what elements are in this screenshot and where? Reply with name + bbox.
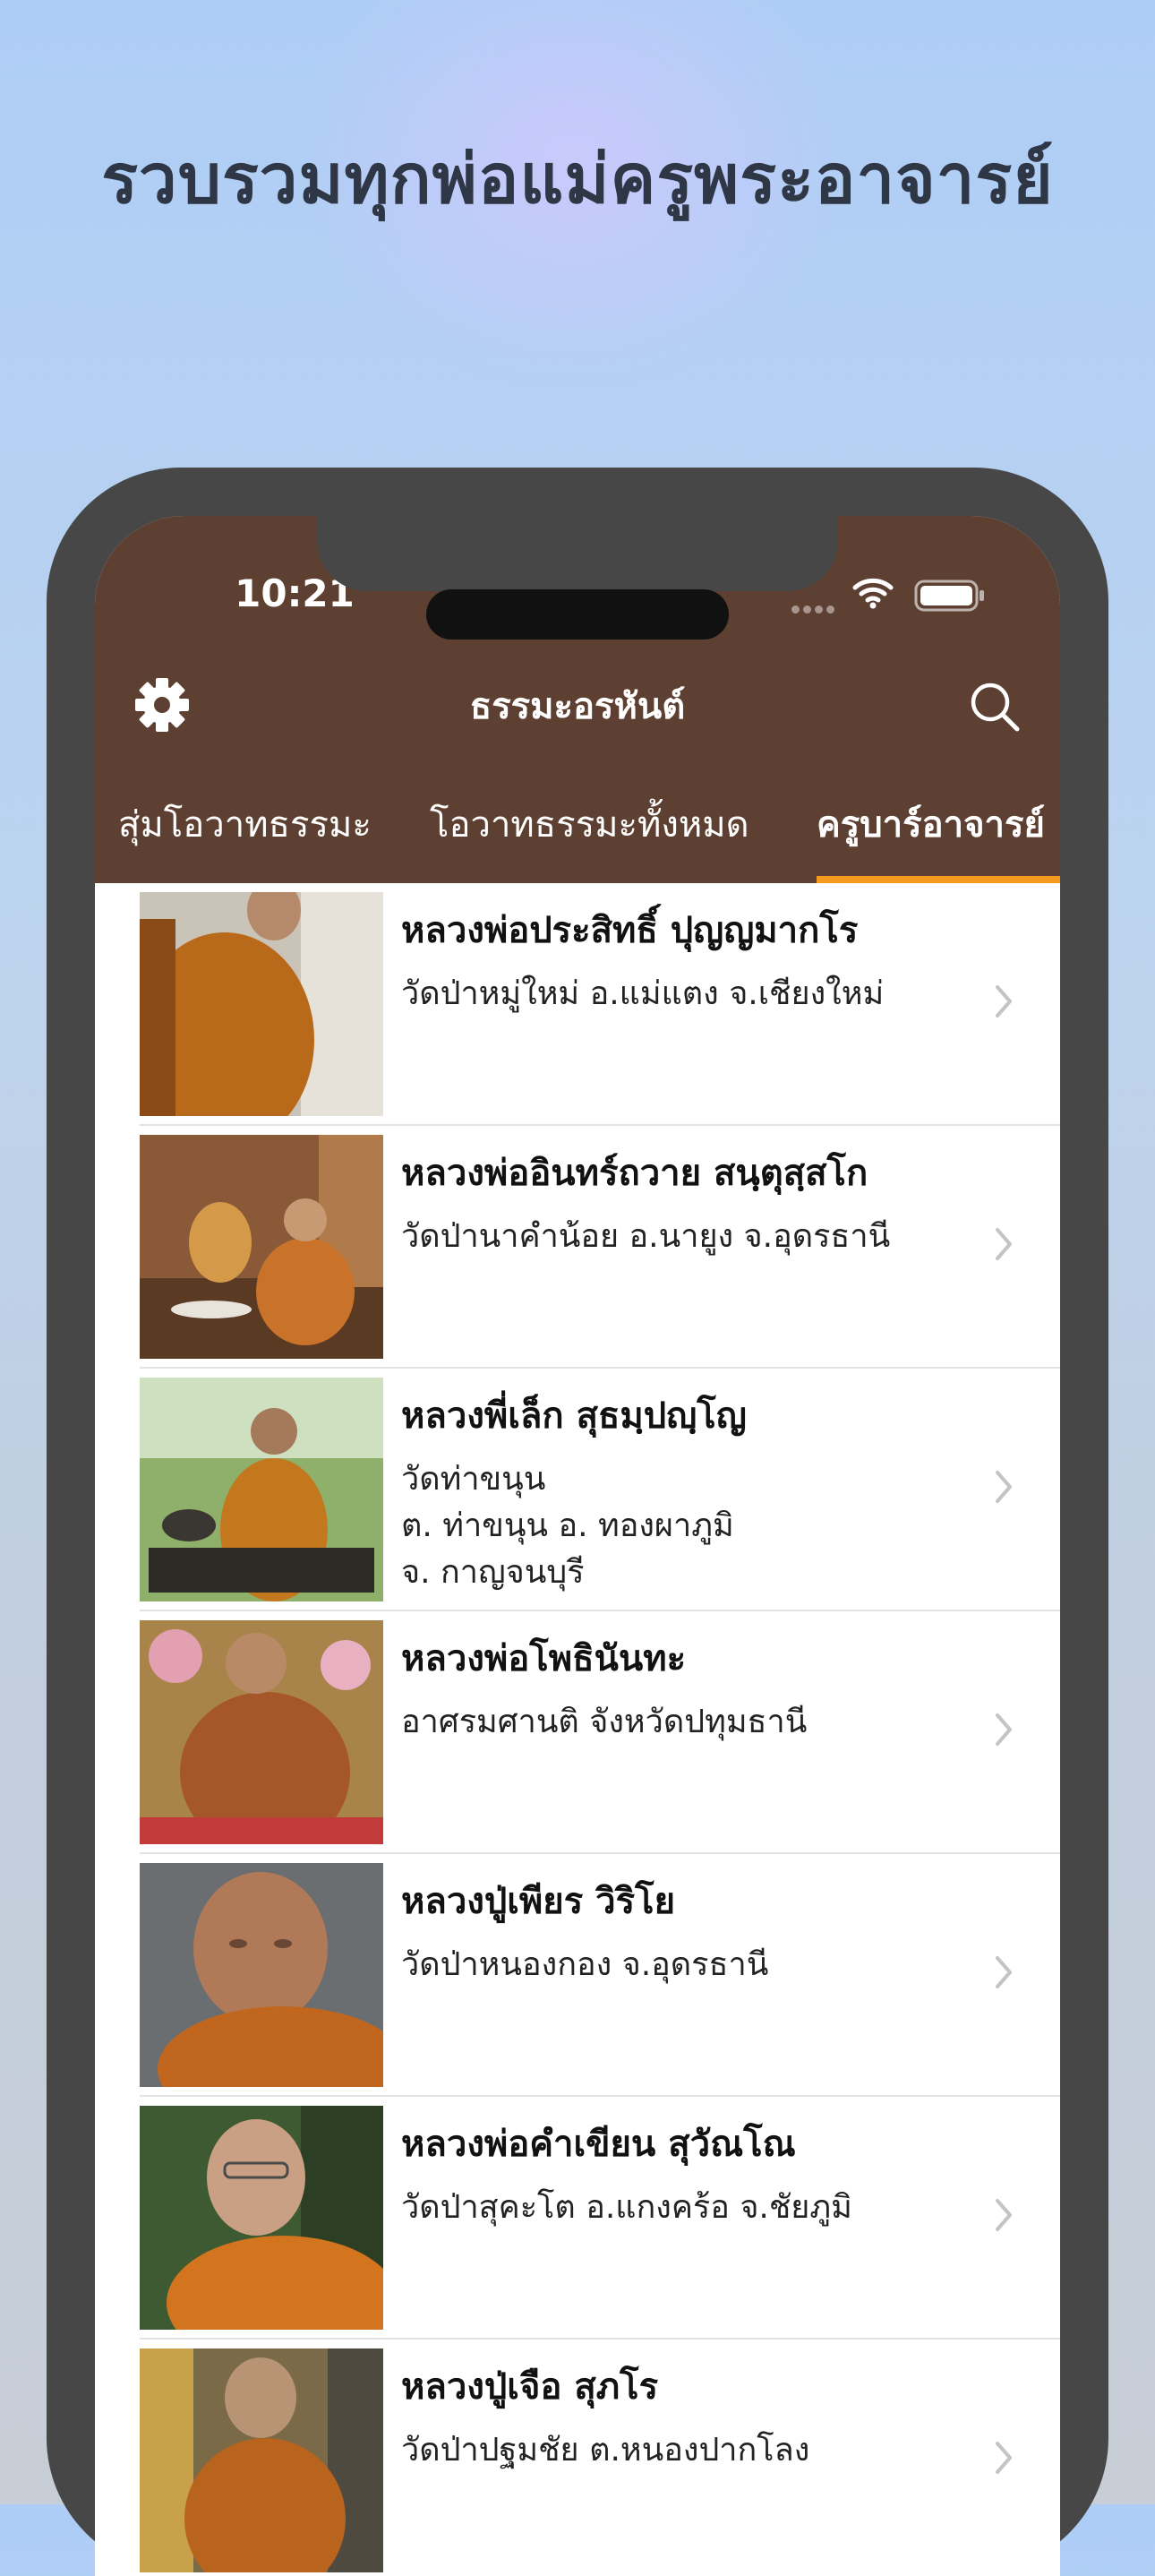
search-icon: [971, 683, 1020, 732]
teacher-name: หลวงพ่อโพธินันทะ: [401, 1638, 687, 1679]
battery-icon: [914, 580, 984, 612]
chevron-right-icon: [996, 2199, 1012, 2231]
teacher-temple: วัดป่าสุคะโต อ.แกงคร้อ จ.ชัยภูมิ: [401, 2189, 852, 2226]
teacher-temple: วัดท่าขนุน ต. ท่าขนุน อ. ทองผาภูมิ จ. กา…: [401, 1461, 734, 1591]
teacher-photo: [140, 2348, 383, 2572]
teacher-photo: [140, 1135, 383, 1359]
wifi-icon: [852, 578, 894, 609]
list-item[interactable]: หลวงปู่เพียร วิริโย วัดป่าหนองกอง จ.อุดร…: [95, 1854, 1060, 2097]
cellular-signal-icon: [791, 600, 845, 614]
chevron-right-icon: [996, 2442, 1012, 2474]
phone-screen: 10:21 ธรรมะอรหันต์ สุ่มโอวาทธรรมะ โอวาทธ…: [95, 516, 1060, 2576]
teacher-name: หลวงพ่ออินทร์ถวาย สนฺตุสฺสโก: [401, 1153, 868, 1194]
tab-all-teachings[interactable]: โอวาทธรรมะทั้งหมด: [430, 776, 749, 883]
teacher-photo: [140, 1863, 383, 2087]
teacher-name: หลวงปู่เพียร วิริโย: [401, 1881, 676, 1922]
list-item[interactable]: หลวงพี่เล็ก สุธมฺปญฺโญ วัดท่าขนุน ต. ท่า…: [95, 1369, 1060, 1611]
chevron-right-icon: [996, 985, 1012, 1018]
teacher-temple: อาศรมศานติ จังหวัดปทุมธานี: [401, 1704, 808, 1740]
list-item[interactable]: หลวงปู่เจือ สุภโร วัดป่าปฐมชัย ต.หนองปาก…: [95, 2340, 1060, 2576]
chevron-right-icon: [996, 1471, 1012, 1503]
teacher-list: หลวงพ่อประสิทธิ์ ปุญญมากโร วัดป่าหมู่ใหม…: [95, 883, 1060, 2576]
teacher-photo: [140, 1620, 383, 1844]
app-title: ธรรมะอรหันต์: [469, 686, 686, 727]
dynamic-island: [426, 589, 729, 640]
teacher-name: หลวงพ่อประสิทธิ์ ปุญญมากโร: [401, 910, 859, 951]
list-item[interactable]: หลวงพ่อโพธินันทะ อาศรมศานติ จังหวัดปทุมธ…: [95, 1611, 1060, 1854]
tab-bar: สุ่มโอวาทธรรมะ โอวาทธรรมะทั้งหมด ครูบาร์…: [95, 776, 1060, 883]
phone-notch: [317, 516, 838, 591]
app-header: 10:21 ธรรมะอรหันต์ สุ่มโอวาทธรรมะ โอวาทธ…: [95, 516, 1060, 883]
teacher-name: หลวงปู่เจือ สุภโร: [401, 2366, 659, 2408]
teacher-photo: [140, 2106, 383, 2330]
teacher-temple: วัดป่าหนองกอง จ.อุดรธานี: [401, 1946, 769, 1983]
teacher-name: หลวงพ่อคำเขียน สุวัณโณ: [401, 2124, 796, 2165]
tab-random-teachings[interactable]: สุ่มโอวาทธรรมะ: [118, 776, 372, 883]
teacher-photo: [140, 892, 383, 1116]
chevron-right-icon: [996, 1228, 1012, 1260]
list-item[interactable]: หลวงพ่อคำเขียน สุวัณโณ วัดป่าสุคะโต อ.แก…: [95, 2097, 1060, 2340]
teacher-temple: วัดป่าหมู่ใหม่ อ.แม่แตง จ.เชียงใหม่: [401, 975, 885, 1012]
chevron-right-icon: [996, 1956, 1012, 1988]
teacher-temple: วัดป่านาคำน้อย อ.นายูง จ.อุดรธานี: [401, 1218, 891, 1255]
list-item[interactable]: หลวงพ่ออินทร์ถวาย สนฺตุสฺสโก วัดป่านาคำน…: [95, 1126, 1060, 1369]
active-tab-indicator: [817, 876, 1060, 883]
promo-headline: รวบรวมทุกพ่อแม่ครูพระอาจารย์: [101, 139, 1054, 219]
teacher-photo: [140, 1378, 383, 1601]
teacher-temple: วัดป่าปฐมชัย ต.หนองปากโลง: [401, 2432, 810, 2469]
list-item[interactable]: หลวงพ่อประสิทธิ์ ปุญญมากโร วัดป่าหมู่ใหม…: [95, 883, 1060, 1126]
search-button[interactable]: [963, 675, 1026, 738]
teacher-name: หลวงพี่เล็ก สุธมฺปญฺโญ: [401, 1395, 747, 1437]
chevron-right-icon: [996, 1713, 1012, 1746]
tab-teachers[interactable]: ครูบาร์อาจารย์: [817, 776, 1045, 883]
